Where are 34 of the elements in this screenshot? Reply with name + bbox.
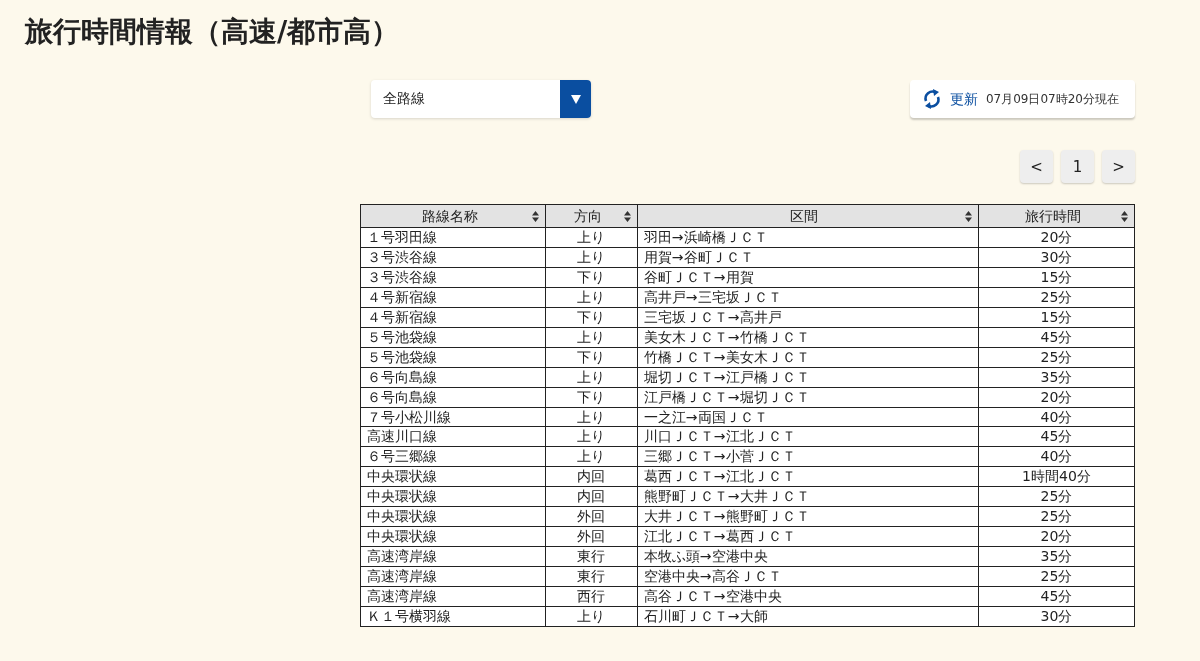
sort-icon[interactable] [1121,210,1128,222]
next-page-button[interactable]: > [1102,150,1135,184]
table-cell: ６号向島線 [360,367,546,388]
table-cell: 中央環状線 [360,466,546,487]
refresh-button[interactable]: 更新 07月09日07時20分現在 [909,80,1135,119]
table-cell: ３号渋谷線 [360,247,546,268]
page-title: 旅行時間情報（高速/都市高） [23,14,401,50]
table-cell: ６号三郷線 [360,446,546,467]
table-cell: ３号渋谷線 [360,267,546,288]
table-cell: 中央環状線 [360,506,546,527]
table-cell: 中央環状線 [360,526,546,547]
route-select[interactable]: 全路線 [371,80,591,119]
table-cell: 中央環状線 [360,486,546,507]
table-cell: ４号新宿線 [360,307,546,328]
update-timestamp: 07月09日07時20分現在 [985,91,1119,109]
previous-page-button[interactable]: < [1020,150,1053,184]
dropdown-button[interactable] [560,80,591,119]
page-button[interactable]: 1 [1061,150,1094,184]
table-cell: ５号池袋線 [360,327,546,348]
table-cell: 高速湾岸線 [360,586,546,607]
table-cell: 高速湾岸線 [360,566,546,587]
sort-icon[interactable] [532,210,540,222]
table-cell: 高速川口線 [360,426,546,447]
table-cell: Ｋ１号横羽線 [360,606,546,626]
refresh-icon [921,88,942,111]
sort-icon[interactable] [964,210,972,222]
table-cell: １号羽田線 [360,227,546,248]
table-cell: ６号向島線 [360,387,546,408]
caret-icon [570,94,581,105]
table-cell: ７号小松川線 [360,407,546,427]
sort-icon[interactable] [623,210,631,222]
table-cell: ４号新宿線 [360,287,546,308]
table-cell: 高速湾岸線 [360,546,546,567]
table-cell: ５号池袋線 [360,347,546,368]
